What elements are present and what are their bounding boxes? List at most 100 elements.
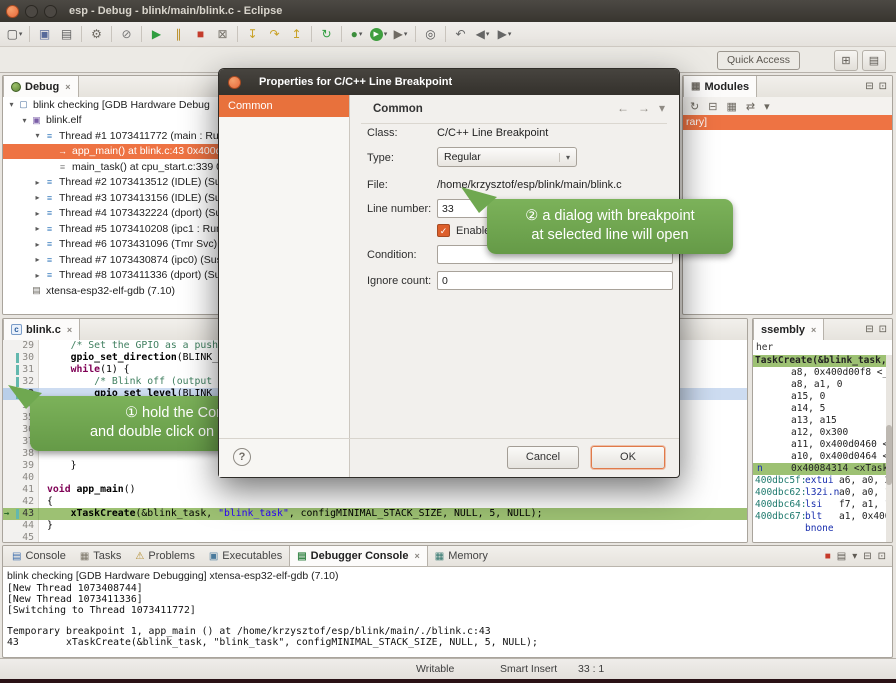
minimize-button[interactable]: ⊟: [865, 81, 873, 92]
ignore-count-field[interactable]: [437, 271, 673, 290]
sidebar-item-common[interactable]: Common: [219, 95, 349, 117]
line-number[interactable]: 45: [3, 532, 39, 542]
view-menu-icon[interactable]: ▾: [659, 101, 665, 115]
skip-all-breakpoints-icon[interactable]: ⊘: [116, 24, 137, 44]
selected-module-row[interactable]: rary]: [683, 115, 892, 130]
run-icon[interactable]: ▶▾: [368, 24, 389, 44]
collapse-all-icon[interactable]: ⊟: [708, 100, 717, 113]
back-icon[interactable]: ◀▾: [472, 24, 493, 44]
line-number[interactable]: 44: [3, 520, 39, 532]
close-tab-icon[interactable]: ×: [65, 82, 70, 92]
close-tab-icon[interactable]: ×: [811, 325, 816, 335]
window-maximize-button[interactable]: [44, 5, 57, 18]
scrollbar[interactable]: [886, 355, 892, 542]
maximize-icon[interactable]: ⊡: [878, 551, 886, 562]
minimize-icon[interactable]: ⊟: [863, 551, 871, 562]
maximize-button[interactable]: ⊡: [879, 81, 887, 92]
window-close-button[interactable]: [6, 5, 19, 18]
console-tab-executables[interactable]: ▣Executables: [202, 546, 289, 566]
console-tab-memory[interactable]: ▦Memory: [428, 546, 495, 566]
dialog-n av: ← → ▾: [617, 101, 665, 115]
console-display-icon[interactable]: ▤: [837, 551, 846, 562]
code-line[interactable]: 44}: [3, 520, 747, 532]
tab-disassembly[interactable]: ssembly ×: [753, 319, 824, 340]
enabled-checkbox[interactable]: ✓: [437, 224, 450, 237]
terminate-icon[interactable]: ■: [825, 551, 831, 562]
last-edit-location-icon[interactable]: ↶: [450, 24, 471, 44]
tab-modules[interactable]: ▦ Modules: [683, 76, 757, 97]
expander-icon[interactable]: ▾: [32, 131, 43, 140]
line-number[interactable]: 31: [3, 364, 39, 376]
line-number[interactable]: 30: [3, 352, 39, 364]
expander-icon[interactable]: ▸: [32, 255, 43, 264]
forward-icon[interactable]: →: [638, 101, 650, 115]
line-number[interactable]: 39: [3, 460, 39, 472]
tab-blink-c[interactable]: c blink.c ×: [3, 319, 80, 340]
disassembly-rows[interactable]: TaskCreate(&blink_task, "blink_tasa8, 0x…: [753, 355, 886, 542]
print-icon[interactable]: ▤: [56, 24, 77, 44]
expander-icon[interactable]: ▸: [32, 240, 43, 249]
view-menu-icon[interactable]: ▾: [764, 100, 770, 113]
status-caret-position: 33 : 1: [578, 663, 604, 675]
dialog-close-button[interactable]: [228, 76, 241, 89]
maximize-button[interactable]: ⊡: [879, 324, 887, 335]
type-select[interactable]: Regular ▾: [437, 147, 577, 167]
close-tab-icon[interactable]: ×: [414, 551, 419, 561]
expander-icon[interactable]: ▸: [32, 224, 43, 233]
expander-icon[interactable]: ▸: [32, 193, 43, 202]
line-number[interactable]: 42: [3, 496, 39, 508]
tab-debug[interactable]: Debug ×: [3, 76, 79, 97]
terminate-icon[interactable]: ■: [190, 24, 211, 44]
step-into-icon[interactable]: ↧: [242, 24, 263, 44]
close-tab-icon[interactable]: ×: [67, 325, 72, 335]
open-element-icon[interactable]: ◎: [420, 24, 441, 44]
expander-icon[interactable]: ▾: [6, 100, 17, 109]
expander-icon[interactable]: ▾: [19, 116, 30, 125]
console-line: 43 xTaskCreate(&blink_task, "blink_task"…: [7, 638, 892, 649]
debug-icon[interactable]: ●▾: [346, 24, 367, 44]
line-number[interactable]: 40: [3, 472, 39, 484]
open-perspective-icon[interactable]: ⊞: [834, 50, 858, 71]
line-number[interactable]: →43: [3, 508, 39, 520]
link-with-debug-icon[interactable]: ⇄: [746, 100, 755, 113]
code-line[interactable]: 41void app_main(): [3, 484, 747, 496]
console-tab-console[interactable]: ▤Console: [5, 546, 73, 566]
minimize-button[interactable]: ⊟: [865, 324, 873, 335]
console-tab-debugger-console[interactable]: ▤Debugger Console×: [289, 546, 428, 566]
code-line[interactable]: 45: [3, 532, 747, 542]
expander-icon[interactable]: ▸: [32, 271, 43, 280]
console-output[interactable]: [New Thread 1073408744][New Thread 10734…: [3, 584, 892, 649]
expander-icon[interactable]: ▸: [32, 209, 43, 218]
step-return-icon[interactable]: ↥: [286, 24, 307, 44]
forward-icon[interactable]: ▶▾: [494, 24, 515, 44]
console-tab-problems[interactable]: ⚠Problems: [128, 546, 201, 566]
code-line[interactable]: →43 xTaskCreate(&blink_task, "blink_task…: [3, 508, 747, 520]
open-console-icon[interactable]: ▾: [852, 551, 857, 562]
new-wizard-icon[interactable]: ▢▾: [4, 24, 25, 44]
disconnect-icon[interactable]: ⊠: [212, 24, 233, 44]
ok-button[interactable]: OK: [591, 446, 665, 469]
back-icon[interactable]: ←: [617, 101, 629, 115]
layout-icon[interactable]: ▦: [726, 100, 736, 113]
disassembly-location-input[interactable]: her: [753, 340, 892, 356]
cancel-button[interactable]: Cancel: [507, 446, 579, 469]
line-number[interactable]: 29: [3, 340, 39, 352]
modules-icon: ▦: [691, 81, 700, 92]
window-minimize-button[interactable]: [25, 5, 38, 18]
tab-modules-label: Modules: [704, 81, 749, 93]
step-over-icon[interactable]: ↷: [264, 24, 285, 44]
console-tab-tasks[interactable]: ▦Tasks: [73, 546, 129, 566]
refresh-icon[interactable]: ↻: [690, 100, 699, 113]
line-number[interactable]: 41: [3, 484, 39, 496]
debug-perspective-icon[interactable]: ▤: [862, 50, 886, 71]
expander-icon[interactable]: ▸: [32, 178, 43, 187]
resume-icon[interactable]: ▶: [146, 24, 167, 44]
suspend-icon[interactable]: ∥: [168, 24, 189, 44]
code-line[interactable]: 42{: [3, 496, 747, 508]
help-button[interactable]: ?: [233, 448, 251, 466]
build-icon[interactable]: ⚙: [86, 24, 107, 44]
save-icon[interactable]: ▣: [34, 24, 55, 44]
restart-icon[interactable]: ↻: [316, 24, 337, 44]
quick-access-button[interactable]: Quick Access: [717, 51, 800, 70]
external-tools-icon[interactable]: ▶▾: [390, 24, 411, 44]
